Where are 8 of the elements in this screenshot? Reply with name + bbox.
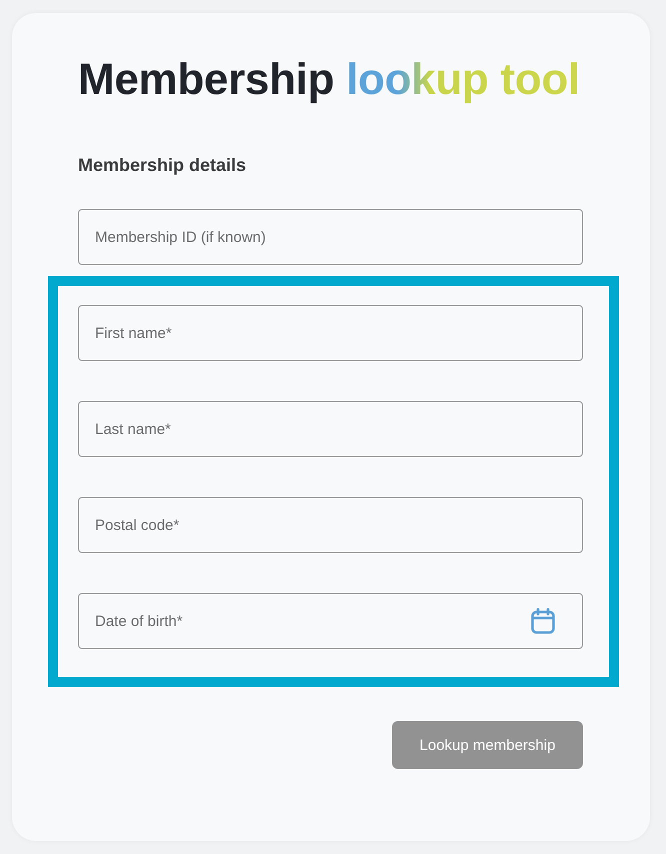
text-field[interactable]: First name*	[78, 305, 583, 361]
text-field[interactable]: Postal code*	[78, 497, 583, 553]
section-heading: Membership details	[78, 154, 248, 177]
calendar-icon[interactable]	[531, 608, 555, 634]
text-field[interactable]: Last name*	[78, 401, 583, 457]
page-title: Membership lookup tool	[78, 54, 581, 106]
date-field[interactable]: Date of birth*	[78, 593, 583, 649]
text-field[interactable]: Membership ID (if known)	[78, 209, 583, 265]
